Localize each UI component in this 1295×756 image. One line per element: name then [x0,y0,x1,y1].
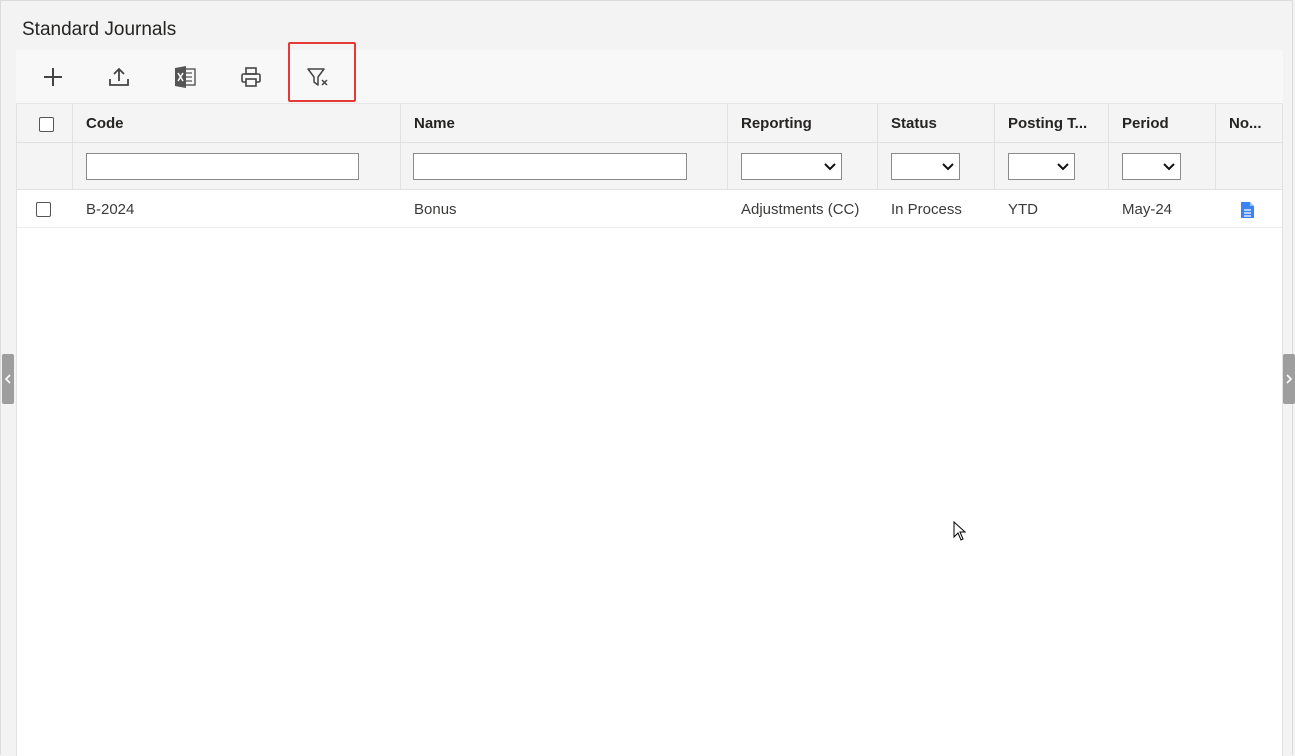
column-header-label: Name [414,115,455,132]
filter-cell-empty [17,143,73,189]
chevron-right-icon [1286,374,1293,384]
row-notes-cell [1216,190,1282,227]
period-filter-select[interactable] [1122,153,1181,180]
name-filter-input[interactable] [413,153,687,180]
filter-cell-notes [1216,143,1282,189]
chevron-down-icon [1163,163,1175,171]
row-select-cell [17,190,73,227]
standard-journals-panel: Standard Journals Code Name Reporting St… [0,0,1293,756]
row-status: In Process [891,201,962,218]
grid-filter-row [17,143,1282,190]
page-title: Standard Journals [22,19,177,40]
status-filter-select[interactable] [891,153,960,180]
print-icon [240,66,262,88]
add-button[interactable] [23,50,83,104]
column-header-posting-type[interactable]: Posting T... [995,104,1109,142]
row-checkbox[interactable] [36,202,51,217]
journals-grid: Code Name Reporting Status Posting T... … [16,104,1283,756]
column-header-code[interactable]: Code [73,104,401,142]
column-header-label: Reporting [741,115,812,132]
column-header-label: Period [1122,115,1169,132]
row-period: May-24 [1122,201,1173,218]
filter-cell-status [878,143,995,189]
filter-cell-code [73,143,401,189]
chevron-down-icon [824,163,836,171]
row-code: B-2024 [86,201,135,218]
mouse-cursor [953,520,967,546]
row-reporting: Adjustments (CC) [741,201,860,218]
clear-filter-highlight [288,42,356,102]
chevron-down-icon [942,163,954,171]
select-all-checkbox[interactable] [39,117,54,132]
left-collapse-tab[interactable] [2,354,14,404]
row-reporting-cell: Adjustments (CC) [728,190,878,227]
column-header-label: Code [86,115,124,132]
filter-cell-name [401,143,728,189]
row-name: Bonus [414,201,457,218]
column-header-name[interactable]: Name [401,104,728,142]
chevron-down-icon [1057,163,1069,171]
column-header-label: Posting T... [1008,115,1088,132]
select-all-cell [17,104,73,142]
posting-type-filter-select[interactable] [1008,153,1075,180]
upload-icon [108,66,130,88]
column-header-reporting[interactable]: Reporting [728,104,878,142]
column-header-label: No... [1229,115,1262,132]
filter-cell-posting-type [995,143,1109,189]
row-period-cell: May-24 [1109,190,1216,227]
grid-header-row: Code Name Reporting Status Posting T... … [17,104,1282,143]
document-icon[interactable] [1240,201,1255,224]
upload-button[interactable] [89,50,149,104]
filter-cell-period [1109,143,1216,189]
export-excel-button[interactable] [155,50,215,104]
plus-icon [42,66,64,88]
chevron-left-icon [4,374,11,384]
row-name-cell: Bonus [401,190,728,227]
code-filter-input[interactable] [86,153,359,180]
excel-icon [173,66,197,88]
column-header-status[interactable]: Status [878,104,995,142]
right-collapse-tab[interactable] [1283,354,1295,404]
reporting-filter-select[interactable] [741,153,842,180]
column-header-period[interactable]: Period [1109,104,1216,142]
column-header-label: Status [891,115,937,132]
filter-cell-reporting [728,143,878,189]
column-header-notes[interactable]: No... [1216,104,1282,142]
row-status-cell: In Process [878,190,995,227]
row-code-cell: B-2024 [73,190,401,227]
table-row[interactable]: B-2024 Bonus Adjustments (CC) In Process… [17,190,1282,228]
toolbar [16,50,1283,104]
row-posting-type-cell: YTD [995,190,1109,227]
print-button[interactable] [221,50,281,104]
row-posting-type: YTD [1008,201,1038,218]
